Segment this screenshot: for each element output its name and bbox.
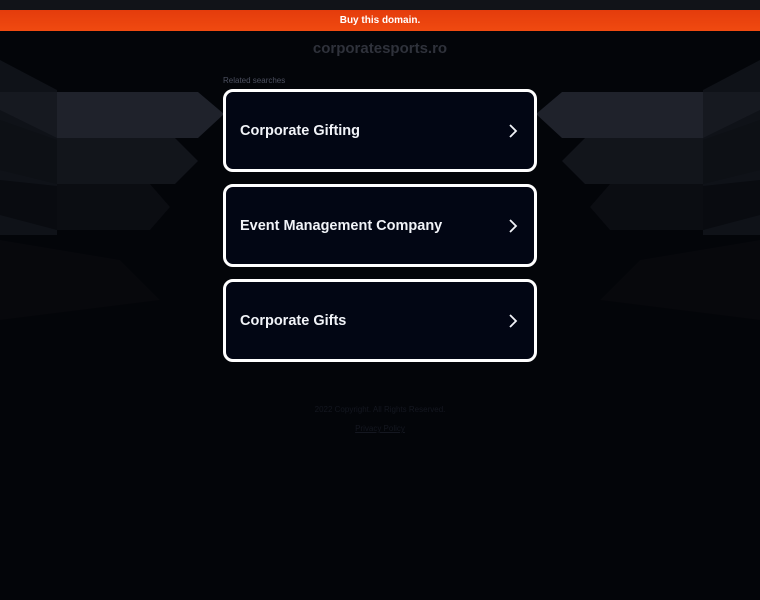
- related-search-event-management-company[interactable]: Event Management Company: [223, 184, 537, 267]
- buy-domain-banner[interactable]: Buy this domain.: [0, 10, 760, 31]
- footer: 2022 Copyright. All Rights Reserved. Pri…: [0, 405, 760, 436]
- buy-domain-label: Buy this domain.: [339, 15, 421, 26]
- page: Buy this domain. corporatesports.ro Rela…: [0, 0, 760, 600]
- related-search-corporate-gifts[interactable]: Corporate Gifts: [223, 279, 537, 362]
- chevron-right-icon: [506, 218, 520, 233]
- top-strip: [0, 0, 760, 10]
- related-search-corporate-gifting[interactable]: Corporate Gifting: [223, 89, 537, 172]
- domain-title: corporatesports.ro: [312, 40, 448, 57]
- related-search-label: Event Management Company: [240, 217, 443, 234]
- chevron-right-icon: [506, 313, 520, 328]
- chevron-right-icon: [506, 123, 520, 138]
- related-searches-list: Corporate Gifting Event Management Compa…: [223, 89, 537, 374]
- privacy-policy-link[interactable]: Privacy Policy: [355, 424, 405, 433]
- related-search-label: Corporate Gifting: [240, 122, 361, 139]
- related-searches-label: Related searches: [223, 76, 286, 85]
- related-search-label: Corporate Gifts: [240, 312, 347, 329]
- copyright-text: 2022 Copyright. All Rights Reserved.: [314, 405, 446, 414]
